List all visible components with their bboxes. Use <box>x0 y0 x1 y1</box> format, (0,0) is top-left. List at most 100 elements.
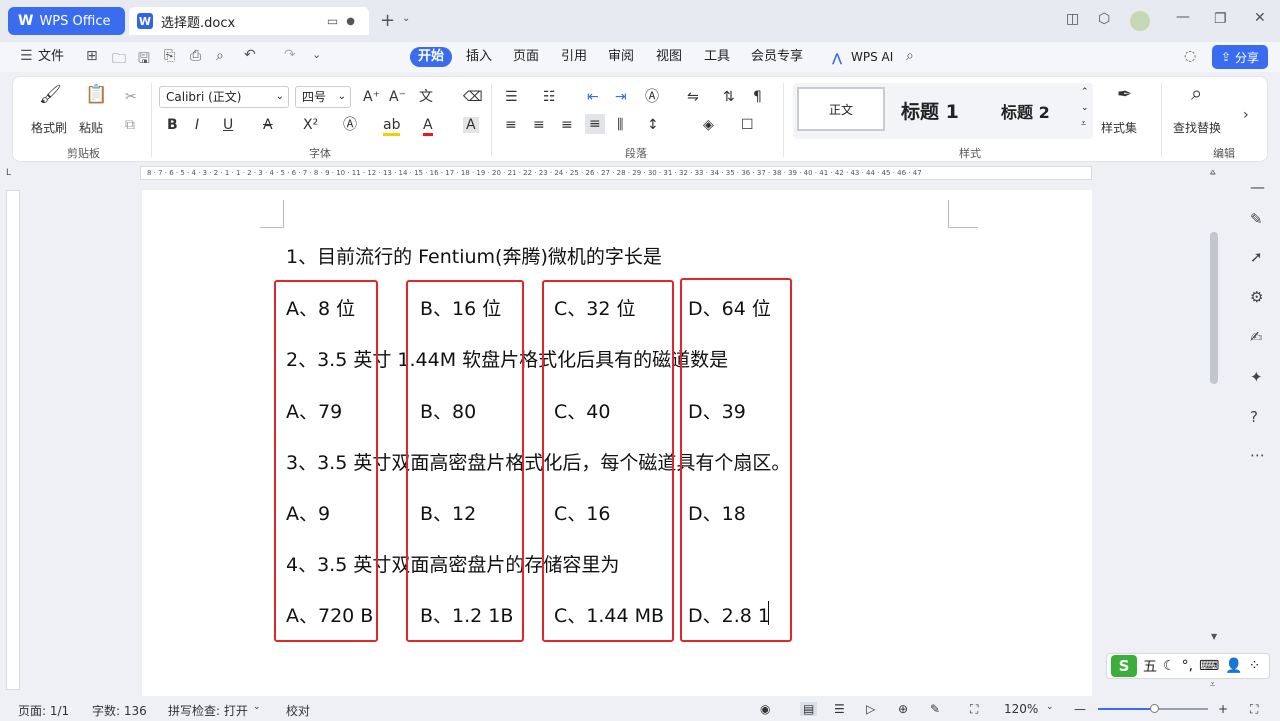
style-heading-1[interactable]: 标题 1 <box>901 97 959 124</box>
tab-page[interactable]: 页面 <box>513 47 539 67</box>
more-chevron-icon[interactable]: ⌄ <box>312 48 321 61</box>
style-set-icon[interactable]: ✒ <box>1117 86 1132 104</box>
proofread-button[interactable]: 校对 <box>286 702 310 719</box>
ruler-corner-icon[interactable]: L <box>6 168 11 178</box>
grid-icon[interactable]: ⁘ <box>1249 658 1261 674</box>
spell-check-chevron-icon[interactable]: ⌄ <box>253 702 261 712</box>
show-marks-icon[interactable]: ¶ <box>753 89 762 105</box>
format-painter-button[interactable]: 格式刷 <box>31 119 67 136</box>
ime-toolbar[interactable]: S 五 ☾ °, ⌨ 👤 ⁘ <box>1106 653 1270 679</box>
font-color-icon[interactable]: A <box>423 117 433 136</box>
zoom-out-icon[interactable]: — <box>1074 702 1086 716</box>
increase-indent-icon[interactable]: ⇥ <box>615 89 627 105</box>
hamburger-menu-icon[interactable]: ☰ <box>20 48 33 64</box>
cut-icon[interactable]: ✂ <box>125 89 137 105</box>
web-view-icon[interactable]: ⊕ <box>898 702 908 716</box>
file-menu[interactable]: 文件 <box>38 47 64 67</box>
copy-icon[interactable]: ⧉ <box>125 117 135 133</box>
font-name-select[interactable]: Calibri (正文) ⌄ <box>159 86 289 108</box>
distributed-icon[interactable]: ⫼ <box>617 117 623 133</box>
style-scroll-up-icon[interactable]: ⌃ <box>1081 87 1089 97</box>
save-icon[interactable]: 🖫 <box>138 48 150 72</box>
export-icon[interactable]: ⎘ <box>164 48 175 64</box>
style-scroll-down-icon[interactable]: ⌄ <box>1081 103 1089 113</box>
scroll-down-arrow-icon[interactable]: ▼ <box>1211 632 1217 641</box>
format-painter-icon[interactable]: 🖌 <box>39 86 62 104</box>
paste-button[interactable]: 粘贴 <box>79 119 103 136</box>
scroll-top-icon[interactable]: ⩠ <box>1210 168 1215 178</box>
bold-icon[interactable]: B <box>167 117 178 133</box>
decrease-indent-icon[interactable]: ⇤ <box>587 89 599 105</box>
ribbon-scroll-right-icon[interactable]: › <box>1243 107 1249 123</box>
font-size-select[interactable]: 四号 ⌄ <box>295 86 351 108</box>
document-tab[interactable]: W 选择题.docx ▭ ● <box>129 7 369 35</box>
text-effect-icon[interactable]: Ⓐ <box>343 117 357 133</box>
print-preview-icon[interactable]: ⌕ <box>216 48 224 64</box>
collapse-icon[interactable]: — <box>1250 178 1265 196</box>
play-icon[interactable]: ▷ <box>866 702 875 716</box>
horizontal-ruler[interactable]: 8 · 7 · 6 · 5 · 4 · 3 · 2 · 1 · 1 · 2 · … <box>140 166 1092 180</box>
help-icon[interactable]: ? <box>1250 408 1258 426</box>
phonetic-icon[interactable]: 文 <box>419 89 433 105</box>
page-view-icon[interactable]: ▤ <box>800 702 818 716</box>
ai-write-icon[interactable]: ✍ <box>1250 328 1263 346</box>
zoom-slider-handle[interactable] <box>1150 704 1159 713</box>
vertical-ruler[interactable] <box>6 190 20 690</box>
keyboard-icon[interactable]: ⌨ <box>1199 658 1219 674</box>
unsaved-dot-icon[interactable]: ● <box>346 16 355 27</box>
tab-tools[interactable]: 工具 <box>704 47 730 67</box>
char-shading-icon[interactable]: A <box>463 117 479 133</box>
punctuation-icon[interactable]: °, <box>1182 658 1193 674</box>
tab-reference[interactable]: 引用 <box>561 47 587 67</box>
chat-icon[interactable]: ◌ <box>1184 48 1196 64</box>
document-page[interactable]: 1、目前流行的 Fentium(奔腾)微机的字长是 A、8 位 B、16 位 C… <box>142 190 1092 696</box>
numbered-list-icon[interactable]: ☷ <box>543 89 556 105</box>
cube-icon[interactable]: ⬡ <box>1098 11 1110 27</box>
zoom-level[interactable]: 120% <box>1004 702 1038 716</box>
superscript-icon[interactable]: X² <box>303 117 318 133</box>
highlight-icon[interactable]: ab <box>383 117 401 136</box>
align-right-icon[interactable]: ≡ <box>561 117 573 133</box>
share-button[interactable]: ⇪ 分享 <box>1212 45 1268 69</box>
grow-font-icon[interactable]: A⁺ <box>363 89 380 105</box>
underline-icon[interactable]: U <box>223 117 233 133</box>
border-icon[interactable]: ☐ <box>741 117 754 133</box>
italic-icon[interactable]: I <box>195 117 199 133</box>
fullscreen-icon[interactable]: ⛶ <box>1250 702 1258 717</box>
vertical-scrollbar-thumb[interactable] <box>1210 232 1218 384</box>
line-spacing-icon[interactable]: ↕ <box>647 117 659 133</box>
find-replace-icon[interactable]: ⌕ <box>1191 83 1202 103</box>
word-count[interactable]: 字数: 136 <box>92 702 147 719</box>
shading-icon[interactable]: ◈ <box>703 117 714 133</box>
open-folder-icon[interactable]: 🗀 <box>112 48 126 72</box>
select-pointer-icon[interactable]: ➚ <box>1250 248 1263 266</box>
wps-ai-button[interactable]: WPS AI <box>851 47 893 67</box>
search-icon[interactable]: ⌕ <box>906 48 914 64</box>
write-mode-icon[interactable]: ✎ <box>930 702 940 716</box>
align-center-icon[interactable]: ≡ <box>533 117 545 133</box>
outline-view-icon[interactable]: ☰ <box>834 702 845 716</box>
style-heading-2[interactable]: 标题 2 <box>1001 99 1050 123</box>
scroll-bottom-icon[interactable]: ⩡ <box>1210 680 1215 690</box>
shrink-font-icon[interactable]: A⁻ <box>389 89 406 105</box>
tab-member[interactable]: 会员专享 <box>751 47 803 67</box>
spell-check[interactable]: 拼写检查: 打开 <box>168 702 248 719</box>
sliders-icon[interactable]: ⚙ <box>1250 288 1263 306</box>
new-doc-icon[interactable]: ⊞ <box>86 48 98 64</box>
minimize-icon[interactable]: — <box>1176 9 1190 25</box>
page-count[interactable]: 页面: 1/1 <box>18 702 69 719</box>
redo-icon[interactable]: ↷ <box>284 47 296 63</box>
wps-office-tab[interactable]: W WPS Office <box>8 7 125 35</box>
pen-icon[interactable]: ✎ <box>1250 210 1263 228</box>
zoom-in-icon[interactable]: + <box>1218 702 1228 716</box>
more-icon[interactable]: ⋯ <box>1250 446 1265 464</box>
ime-mode[interactable]: 五 <box>1143 656 1157 676</box>
bullet-list-icon[interactable]: ☰ <box>505 89 518 105</box>
window-mode-icon[interactable]: ▭ <box>327 14 338 28</box>
tab-insert[interactable]: 插入 <box>466 47 492 67</box>
strikethrough-icon[interactable]: A <box>263 117 273 133</box>
question-1[interactable]: 1、目前流行的 Fentium(奔腾)微机的字长是 <box>286 242 662 269</box>
clear-format-icon[interactable]: ⌫ <box>463 89 483 105</box>
chinese-layout-icon[interactable]: Ⓐ <box>645 89 659 105</box>
layout-icon[interactable]: ◫ <box>1066 11 1079 27</box>
